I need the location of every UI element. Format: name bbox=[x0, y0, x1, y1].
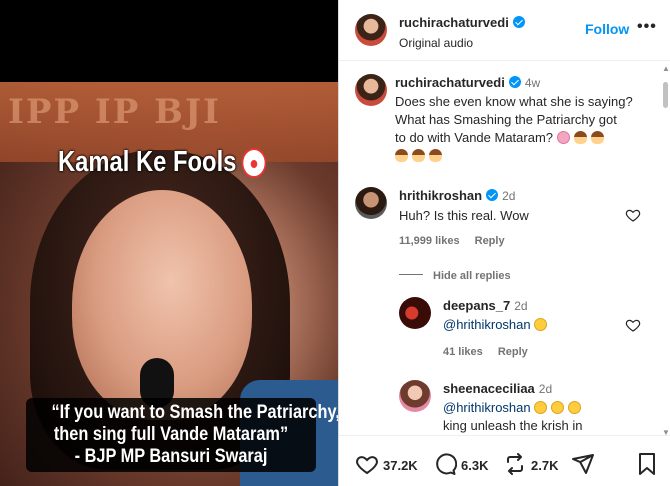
overlay-title-text: Kamal Ke Fools bbox=[58, 146, 237, 178]
quote-line-2: then sing full Vande Mataram” bbox=[53, 424, 289, 445]
reply-time: 2d bbox=[514, 299, 528, 313]
astonished-face-emoji-icon bbox=[534, 401, 548, 414]
reply-body: deepans_7 2d @hrithikroshan 41 likes Repl… bbox=[443, 297, 633, 358]
send-paper-plane-icon bbox=[572, 454, 594, 474]
reply-meta: 41 likes Reply bbox=[443, 346, 633, 358]
astonished-face-emoji-icon bbox=[551, 401, 565, 414]
follow-button[interactable]: Follow bbox=[585, 21, 629, 37]
reply-item: sheenaceciliaa 2d @hrithikroshan king unl… bbox=[399, 380, 659, 434]
bookmark-icon bbox=[639, 453, 655, 475]
author-username[interactable]: ruchirachaturvedi bbox=[399, 15, 509, 30]
caption-time: 4w bbox=[524, 76, 541, 90]
audio-label[interactable]: Original audio bbox=[399, 36, 525, 50]
comment-bubble-icon bbox=[436, 453, 458, 475]
likes-count: 37.2K bbox=[383, 458, 418, 473]
pig-face-emoji-icon bbox=[556, 131, 570, 144]
author-info: ruchirachaturvedi Original audio bbox=[399, 14, 525, 50]
more-options-icon[interactable]: ••• bbox=[637, 18, 657, 36]
comment-text: Huh? Is this real. Wow bbox=[399, 208, 529, 223]
commenter-avatar[interactable] bbox=[355, 187, 387, 219]
reply-reply-button[interactable]: Reply bbox=[498, 346, 528, 358]
comment-item: hrithikroshan 2d Huh? Is this real. Wow 1… bbox=[355, 187, 655, 247]
post-actions-bar: 37.2K 6.3K 2.7K bbox=[339, 435, 670, 486]
post-side-panel: ruchirachaturvedi Original audio Follow … bbox=[338, 0, 670, 486]
caption-emoji-line bbox=[395, 147, 657, 165]
quote-line-3: - BJP MP Bansuri Swaraj bbox=[74, 446, 268, 467]
hide-replies-toggle[interactable]: Hide all replies bbox=[399, 266, 511, 284]
verified-badge-icon bbox=[512, 16, 525, 28]
repost-button[interactable]: 2.7K bbox=[503, 452, 558, 476]
share-button[interactable] bbox=[571, 452, 599, 476]
reply-mention-link[interactable]: @hrithikroshan bbox=[443, 400, 531, 415]
like-button[interactable]: 37.2K bbox=[355, 452, 418, 476]
reposts-count: 2.7K bbox=[531, 458, 559, 473]
video-quote-caption: “If you want to Smash the Patriarchy, th… bbox=[26, 398, 338, 472]
comments-count: 6.3K bbox=[461, 458, 489, 473]
like-reply-heart-icon[interactable] bbox=[625, 432, 641, 434]
caption-text: Does she even know what she is saying? W… bbox=[395, 93, 657, 165]
reply-likes-count[interactable]: 41 likes bbox=[443, 346, 483, 358]
scroll-up-arrow-icon[interactable]: ▲ bbox=[662, 64, 670, 73]
reply-avatar[interactable] bbox=[399, 380, 431, 412]
reply-time: 2d bbox=[538, 382, 553, 396]
comment-time: 2d bbox=[502, 189, 516, 203]
like-reply-heart-icon[interactable] bbox=[625, 317, 641, 333]
video-player[interactable]: IPP IP BJI Kamal Ke Fools “If you want t… bbox=[0, 0, 338, 486]
comment-meta: 11,999 likes Reply bbox=[399, 235, 629, 247]
heart-icon bbox=[356, 456, 378, 475]
woman-facepalm-emoji-icon bbox=[590, 131, 604, 144]
caption-line-3-wrap: to do with Vande Mataram? bbox=[395, 129, 657, 147]
reply-username[interactable]: sheenaceciliaa bbox=[443, 381, 535, 396]
comments-list[interactable]: ruchirachaturvedi 4w Does she even know w… bbox=[339, 62, 670, 434]
woman-facepalm-emoji-icon bbox=[395, 149, 408, 162]
author-avatar[interactable] bbox=[355, 14, 387, 46]
reply-text-continued: king unleash the krish in bbox=[443, 418, 583, 433]
reply-item: deepans_7 2d @hrithikroshan 41 likes Repl… bbox=[399, 297, 659, 361]
astonished-face-emoji-icon bbox=[568, 401, 582, 414]
background-banner-text: IPP IP BJI bbox=[8, 92, 221, 132]
comment-body: hrithikroshan 2d Huh? Is this real. Wow 1… bbox=[399, 187, 629, 247]
caption-body: ruchirachaturvedi 4w Does she even know w… bbox=[395, 74, 657, 165]
save-button[interactable] bbox=[636, 452, 658, 481]
caption-avatar[interactable] bbox=[355, 74, 387, 106]
video-overlay-title: Kamal Ke Fools bbox=[58, 146, 266, 179]
hide-replies-label[interactable]: Hide all replies bbox=[433, 270, 511, 282]
woman-facepalm-emoji-icon bbox=[429, 149, 442, 162]
reply-mention-link[interactable]: @hrithikroshan bbox=[443, 317, 531, 332]
reply-username[interactable]: deepans_7 bbox=[443, 298, 510, 313]
repost-icon bbox=[507, 453, 523, 475]
woman-facepalm-emoji-icon bbox=[412, 149, 425, 162]
clown-emoji-icon bbox=[241, 148, 266, 179]
reply-body: sheenaceciliaa 2d @hrithikroshan king unl… bbox=[443, 380, 643, 434]
caption-line-2: What has Smashing the Patriarchy got bbox=[395, 112, 617, 127]
comment-button[interactable]: 6.3K bbox=[433, 452, 488, 476]
like-comment-heart-icon[interactable] bbox=[625, 207, 641, 223]
caption-line-3: to do with Vande Mataram? bbox=[395, 130, 554, 145]
reply-text: @hrithikroshan bbox=[443, 316, 633, 334]
reply-avatar[interactable] bbox=[399, 297, 431, 329]
verified-badge-icon bbox=[508, 76, 521, 88]
comment-reply-button[interactable]: Reply bbox=[475, 235, 505, 247]
woman-facepalm-emoji-icon bbox=[573, 131, 587, 144]
quote-line-1: “If you want to Smash the Patriarchy, bbox=[51, 402, 338, 423]
post-header: ruchirachaturvedi Original audio Follow … bbox=[339, 0, 670, 61]
reply-thread-line bbox=[399, 274, 423, 276]
caption-line-1: Does she even know what she is saying? bbox=[395, 94, 633, 109]
grinning-face-emoji-icon bbox=[534, 318, 548, 331]
caption-username[interactable]: ruchirachaturvedi bbox=[395, 75, 505, 90]
scrollbar-thumb[interactable] bbox=[663, 82, 668, 108]
comment-likes-count[interactable]: 11,999 likes bbox=[399, 235, 460, 247]
commenter-username[interactable]: hrithikroshan bbox=[399, 188, 482, 203]
reply-text: @hrithikroshan bbox=[443, 399, 643, 417]
verified-badge-icon bbox=[486, 189, 499, 201]
